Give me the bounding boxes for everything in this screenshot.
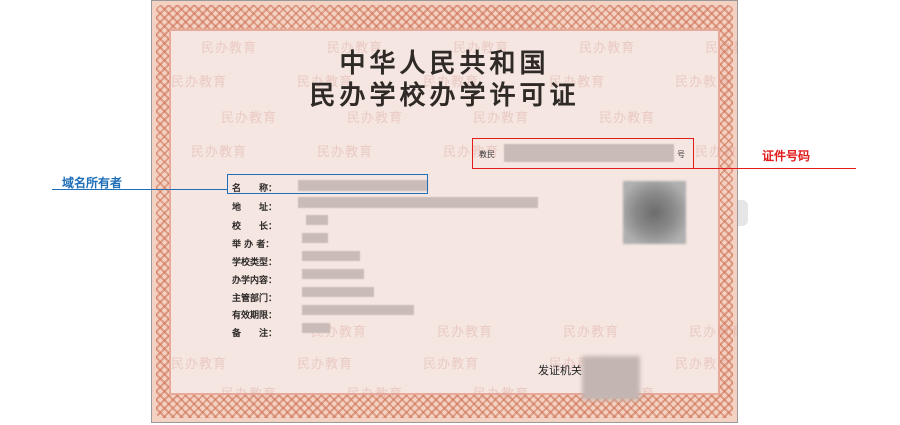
watermark-row: 民办教育 民办教育 民办教育 民办教育	[221, 387, 654, 402]
domain-owner-highlight-box	[227, 174, 428, 194]
cert-number-label: 证件号码	[762, 149, 811, 163]
scroll-handle[interactable]	[738, 200, 748, 226]
field-label-sponsor: 举 办 者：	[232, 240, 275, 250]
field-label-validity: 有效期限：	[232, 311, 278, 321]
certificate-title-line2: 民办学校办学许可证	[309, 81, 580, 111]
field-value-redacted	[302, 269, 364, 279]
cert-number-leader-line	[694, 168, 856, 169]
field-value-redacted	[306, 215, 328, 225]
issuer-label: 发证机关	[538, 364, 582, 377]
photo-redacted	[623, 181, 686, 244]
field-label-remarks: 备 注：	[232, 329, 278, 339]
field-value-redacted	[302, 251, 360, 261]
field-label-principal: 校 长：	[232, 222, 278, 232]
field-label-authority: 主管部门：	[232, 294, 278, 304]
field-value-redacted	[302, 233, 328, 243]
field-label-content: 办学内容：	[232, 276, 278, 286]
field-label-school-type: 学校类型：	[232, 258, 278, 268]
license-certificate-image: 民办教育 民办教育 民办教育 民办教育 民办教育 民办教育 民办教育 民办教育 …	[151, 0, 738, 423]
issuer-seal-redacted	[582, 356, 640, 400]
domain-owner-label: 域名所有者	[62, 176, 123, 190]
field-label-address: 地 址：	[232, 203, 278, 213]
cert-number-highlight-box	[472, 138, 694, 169]
field-value-redacted	[302, 323, 330, 333]
field-value-redacted	[302, 305, 414, 315]
field-value-redacted	[298, 197, 538, 208]
field-value-redacted	[302, 287, 374, 297]
